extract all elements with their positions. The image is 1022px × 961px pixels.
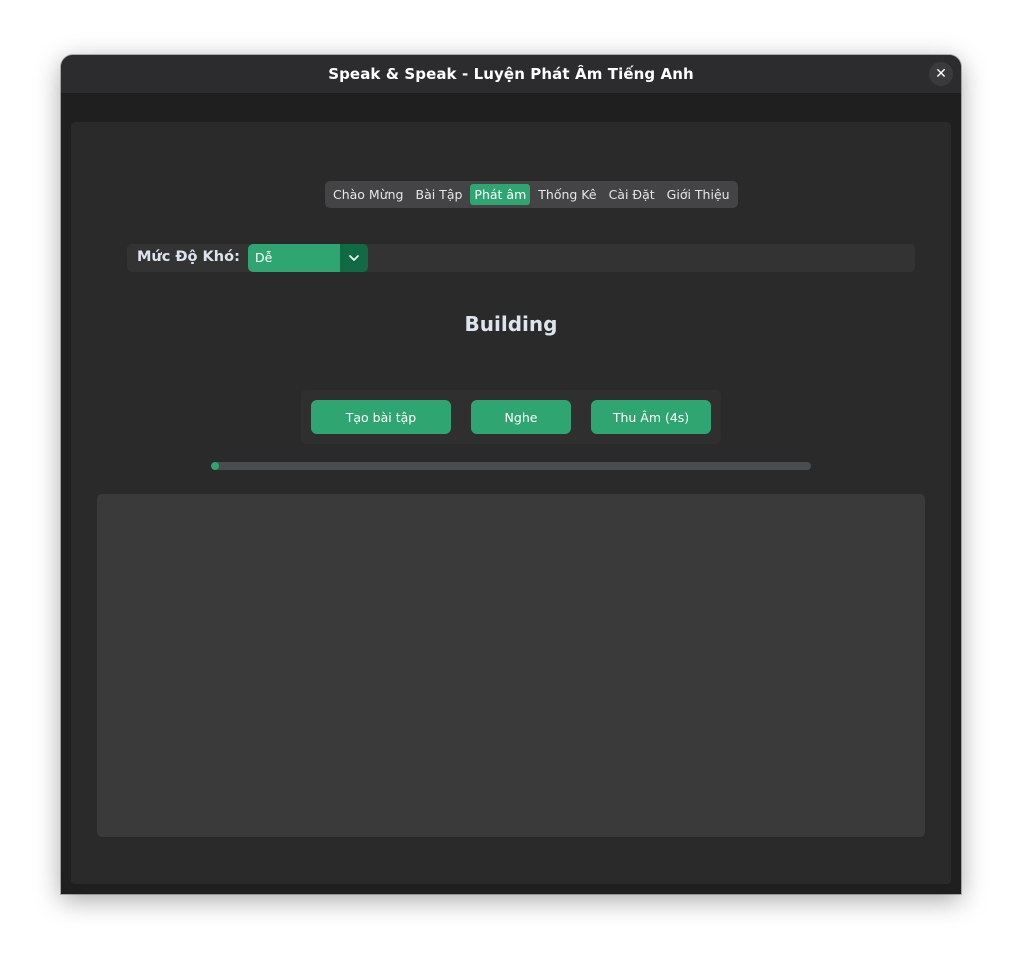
tab-pronunciation[interactable]: Phát âm	[470, 184, 531, 205]
difficulty-dropdown[interactable]: Dễ	[248, 244, 368, 272]
difficulty-selected-value[interactable]: Dễ	[248, 244, 340, 272]
progress-bar-fill	[211, 462, 219, 470]
progress-bar	[211, 462, 811, 470]
tab-about[interactable]: Giới Thiệu	[663, 184, 734, 205]
difficulty-row: Mức Độ Khó: Dễ	[127, 244, 915, 272]
pronunciation-panel: Chào Mừng Bài Tập Phát âm Thống Kê Cài Đ…	[71, 122, 951, 884]
action-button-group: Tạo bài tập Nghe Thu Âm (4s)	[301, 390, 721, 444]
window-title: Speak & Speak - Luyện Phát Âm Tiếng Anh	[328, 65, 694, 83]
title-bar[interactable]: Speak & Speak - Luyện Phát Âm Tiếng Anh …	[61, 55, 961, 93]
result-textbox[interactable]	[97, 494, 925, 837]
tab-exercises[interactable]: Bài Tập	[412, 184, 467, 205]
practice-word: Building	[464, 312, 558, 336]
listen-button[interactable]: Nghe	[471, 400, 571, 434]
tab-settings[interactable]: Cài Đặt	[605, 184, 659, 205]
close-icon: ✕	[935, 66, 947, 82]
chevron-down-icon	[349, 254, 359, 261]
tab-bar: Chào Mừng Bài Tập Phát âm Thống Kê Cài Đ…	[325, 181, 738, 208]
difficulty-label: Mức Độ Khó:	[137, 249, 240, 265]
tab-welcome[interactable]: Chào Mừng	[329, 184, 408, 205]
app-window: Speak & Speak - Luyện Phát Âm Tiếng Anh …	[61, 55, 961, 894]
record-button[interactable]: Thu Âm (4s)	[591, 400, 711, 434]
generate-exercise-button[interactable]: Tạo bài tập	[311, 400, 451, 434]
tab-statistics[interactable]: Thống Kê	[534, 184, 600, 205]
close-button[interactable]: ✕	[929, 62, 953, 86]
dropdown-arrow-button[interactable]	[340, 244, 368, 272]
